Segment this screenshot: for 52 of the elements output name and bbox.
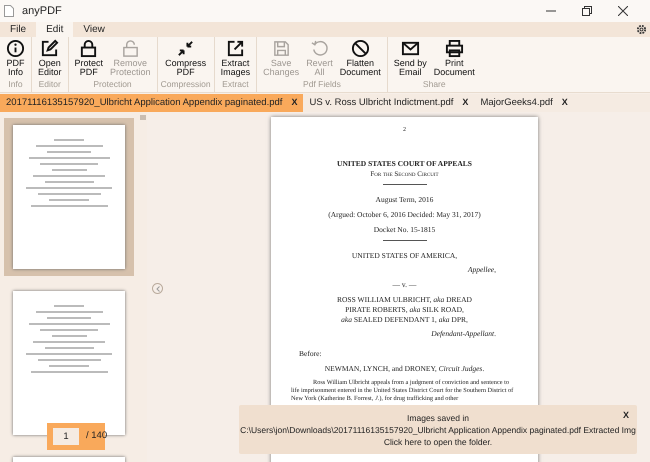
open-folder-link[interactable]: Click here to open the folder. xyxy=(384,436,492,448)
menu-tab[interactable]: Edit xyxy=(36,22,74,37)
document-tab[interactable]: 20171116135157920_Ulbricht Application Appendix paginated.pdf X xyxy=(0,94,304,112)
window-title: anyPDF xyxy=(22,4,62,19)
tab-close-button[interactable]: X xyxy=(562,96,568,110)
ribbon-button[interactable]: Extract Images xyxy=(218,39,254,77)
ribbon-button[interactable]: Open Editor xyxy=(35,39,65,77)
save-icon xyxy=(272,39,291,58)
notification-close-button[interactable]: X xyxy=(622,409,629,421)
ribbon-group-label: Info xyxy=(8,78,23,91)
tab-label: US v. Ross Ulbricht Indictment.pdf xyxy=(309,96,454,110)
ribbon-group-label: Extract xyxy=(222,78,249,91)
menu-tab[interactable]: View xyxy=(73,22,115,37)
info-icon xyxy=(6,39,25,58)
ribbon-button[interactable]: Protect PDF xyxy=(72,39,106,77)
chevron-left-icon xyxy=(156,286,160,292)
restore-icon[interactable] xyxy=(582,6,592,16)
notification[interactable]: Images saved in C:\Users\jon\Downloads\20171116135157920_Ulbricht Application Appendix paginated.pdf Extracted Img Click here to open the folder. X xyxy=(239,405,637,454)
lock-icon xyxy=(79,39,98,58)
ribbon-group-label: Editor xyxy=(38,78,61,91)
notification-text: C:\Users\jon\Downloads\20171116135157920_Ulbricht Application Appendix paginated.pdf Extracted Img xyxy=(240,424,636,436)
ribbon-group-label: Share xyxy=(422,78,446,91)
edit-icon xyxy=(40,39,60,58)
collapse-panel-button[interactable] xyxy=(152,283,163,294)
page-total: / 140 xyxy=(86,429,108,444)
page-thumbnail[interactable] xyxy=(4,118,134,276)
ribbon-button[interactable]: Send by Email xyxy=(390,39,430,77)
menu-tab[interactable]: File xyxy=(0,22,36,37)
tab-label: 20171116135157920_Ulbricht Application Appendix paginated.pdf xyxy=(6,96,282,110)
scrollbar-thumb[interactable] xyxy=(140,115,146,120)
mail-icon xyxy=(400,39,420,58)
ribbon-button[interactable]: Print Document xyxy=(430,39,478,77)
compress-icon xyxy=(176,39,196,58)
page-number-field[interactable]: 1 xyxy=(53,428,79,445)
settings-icon[interactable] xyxy=(636,24,647,35)
tab-close-button[interactable]: X xyxy=(291,96,298,110)
undo-icon xyxy=(310,39,329,58)
ribbon-group-label: Pdf Fields xyxy=(303,78,341,91)
ribbon-button[interactable]: Compress PDF xyxy=(162,39,210,77)
tab-label: MajorGeeks4.pdf xyxy=(480,96,553,110)
ribbon-group-label: Compression xyxy=(160,78,211,91)
ribbon-button[interactable]: Flatten Document xyxy=(336,39,384,77)
external-link-icon xyxy=(226,39,245,58)
notification-text: Images saved in xyxy=(407,412,469,424)
document-icon xyxy=(4,5,14,17)
tab-close-button[interactable]: X xyxy=(462,96,468,110)
printer-icon xyxy=(444,39,464,58)
prohibited-icon xyxy=(350,39,370,58)
ribbon-button[interactable]: PDF Info xyxy=(3,39,28,77)
unlock-icon xyxy=(120,39,140,58)
ribbon-group-label: Protection xyxy=(93,78,132,91)
close-icon[interactable] xyxy=(618,6,628,16)
